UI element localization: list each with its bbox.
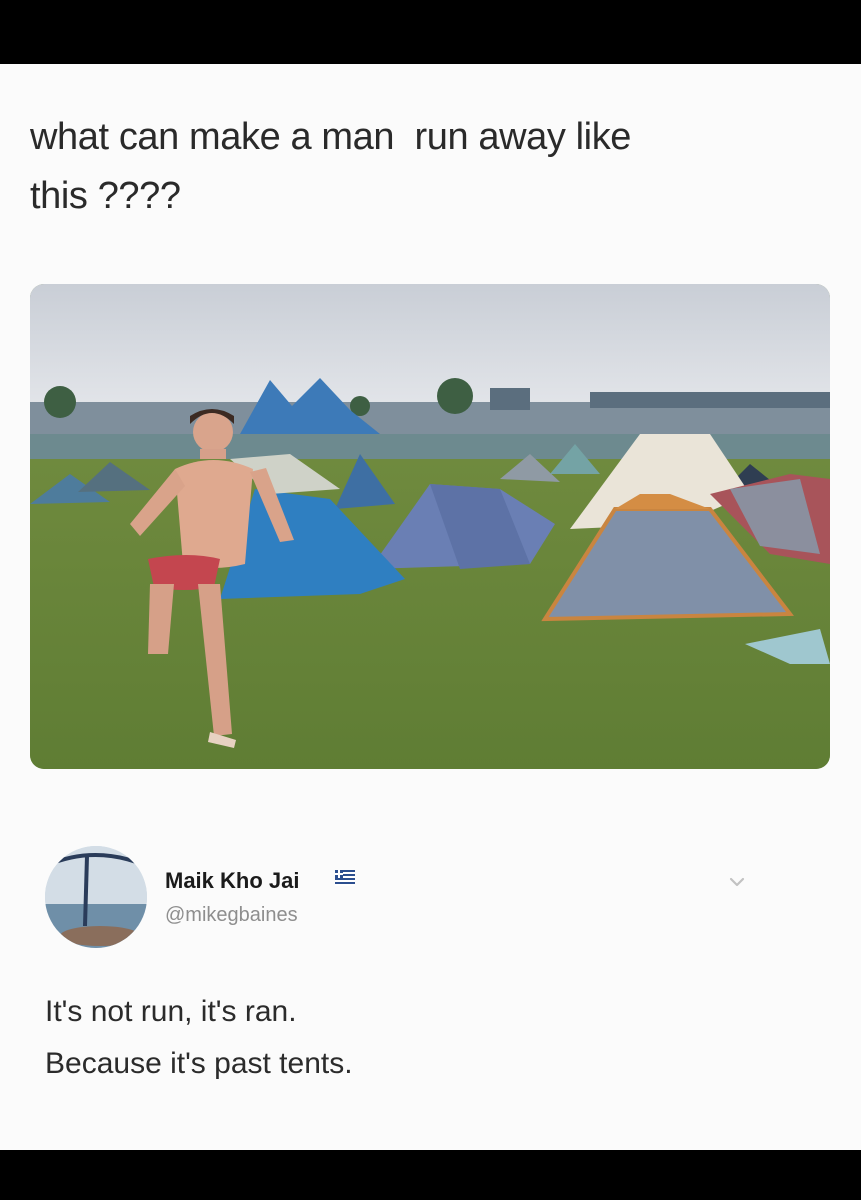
avatar[interactable] [45, 846, 147, 948]
greek-flag-icon [335, 870, 355, 886]
post-photo [30, 284, 830, 769]
reply-tweet: Maik Kho Jai @mikegbaines It's not run, … [45, 846, 805, 1106]
post-caption: what can make a man run away like this ?… [30, 116, 632, 217]
avatar-image-icon [45, 846, 147, 948]
display-name[interactable]: Maik Kho Jai [165, 868, 299, 894]
chevron-down-icon[interactable] [725, 870, 749, 894]
post-card: what can make a man run away like this ?… [0, 64, 861, 1150]
reply-line: Because it's past tents. [45, 1047, 353, 1080]
screenshot-frame: what can make a man run away like this ?… [0, 0, 861, 1200]
reply-text: It's not run, it's ran. Because it's pas… [45, 986, 805, 1090]
festival-campsite-photo [30, 284, 830, 769]
reply-line: It's not run, it's ran. [45, 995, 297, 1028]
user-handle[interactable]: @mikegbaines [165, 904, 298, 927]
